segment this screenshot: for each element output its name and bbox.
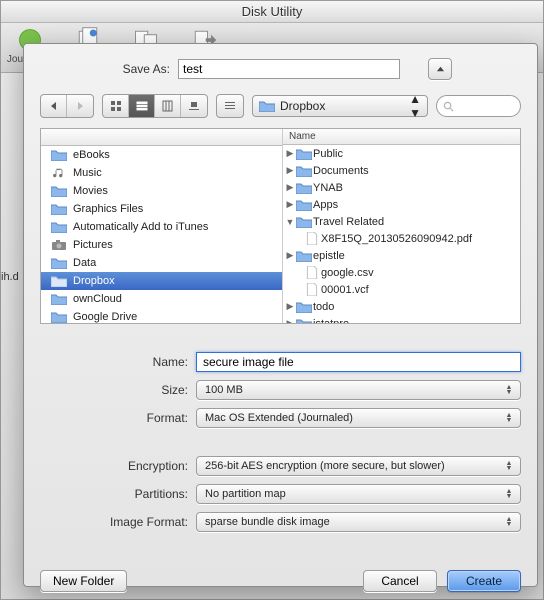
name-label: Name: <box>40 355 188 369</box>
item-label: istatpro <box>313 318 349 324</box>
item-label: YNAB <box>313 182 343 194</box>
partitions-label: Partitions: <box>40 487 188 501</box>
disclosure-triangle[interactable]: ▶ <box>285 250 295 261</box>
save-sheet: Save As: Dropbox <box>23 43 538 587</box>
file-row[interactable]: google.csv <box>283 264 520 281</box>
disclosure-triangle[interactable]: ▶ <box>285 182 295 193</box>
folder-row[interactable]: ▶ Documents <box>283 162 520 179</box>
folder-row[interactable]: ▼ Travel Related <box>283 213 520 230</box>
sidebar-item[interactable]: Movies <box>41 182 282 200</box>
sidebar-item-label: Graphics Files <box>73 203 143 215</box>
folder-icon <box>297 147 311 160</box>
cancel-button[interactable]: Cancel <box>363 570 437 592</box>
folder-icon <box>297 300 311 313</box>
image-format-popup[interactable]: sparse bundle disk image▲▼ <box>196 512 521 532</box>
sidebar-item[interactable]: ownCloud <box>41 290 282 308</box>
folder-row[interactable]: ▶ Public <box>283 145 520 162</box>
view-icons[interactable] <box>103 95 129 117</box>
sidebar-item-label: Automatically Add to iTunes <box>73 221 208 233</box>
size-popup[interactable]: 100 MB▲▼ <box>196 380 521 400</box>
forward-button[interactable] <box>67 95 93 117</box>
save-as-field[interactable] <box>178 59 400 79</box>
location-label: Dropbox <box>280 99 325 113</box>
item-label: google.csv <box>321 267 374 279</box>
sidebar-item[interactable]: eBooks <box>41 146 282 164</box>
item-label: 00001.vcf <box>321 284 369 296</box>
disclosure-triangle[interactable]: ▶ <box>285 301 295 312</box>
sidebar-item-label: Google Drive <box>73 311 137 323</box>
back-button[interactable] <box>41 95 67 117</box>
disclosure-triangle[interactable]: ▶ <box>285 199 295 210</box>
folder-row[interactable]: ▶ epistle <box>283 247 520 264</box>
size-label: Size: <box>40 383 188 397</box>
new-folder-button[interactable]: New Folder <box>40 570 127 592</box>
sidebar-item[interactable]: Music <box>41 164 282 182</box>
create-button[interactable]: Create <box>447 570 521 592</box>
search-icon <box>443 101 454 112</box>
file-browser: eBooks Music Movies Graphics Files Automatic… <box>40 128 521 324</box>
sidebar-item-label: Pictures <box>73 239 113 251</box>
view-coverflow[interactable] <box>181 95 207 117</box>
folder-icon <box>297 215 311 228</box>
folder-icon <box>297 198 311 211</box>
right-col-header[interactable]: Name <box>283 129 520 145</box>
item-label: Apps <box>313 199 338 211</box>
item-label: epistle <box>313 250 345 262</box>
nav-back-forward[interactable] <box>40 94 94 118</box>
view-columns[interactable] <box>155 95 181 117</box>
sidebar-item-label: Dropbox <box>73 275 115 287</box>
item-label: todo <box>313 301 334 313</box>
sidebar-item-label: eBooks <box>73 149 110 161</box>
disclosure-triangle[interactable]: ▶ <box>285 165 295 176</box>
collapse-button[interactable] <box>428 58 452 80</box>
group-by-button[interactable] <box>217 95 243 117</box>
window-title: Disk Utility <box>1 1 543 23</box>
sidebar-item-label: Data <box>73 257 96 269</box>
encryption-popup[interactable]: 256-bit AES encryption (more secure, but… <box>196 456 521 476</box>
encryption-label: Encryption: <box>40 459 188 473</box>
disclosure-triangle[interactable]: ▼ <box>285 217 295 227</box>
save-as-label: Save As: <box>40 62 170 76</box>
folder-icon <box>297 164 311 177</box>
folder-icon <box>297 317 311 323</box>
sidebar-item-label: Music <box>73 167 102 179</box>
item-label: Documents <box>313 165 369 177</box>
folder-icon <box>297 249 311 262</box>
name-field[interactable] <box>196 352 521 372</box>
item-label: Public <box>313 148 343 160</box>
group-arrange-segment[interactable] <box>216 94 244 118</box>
sidebar-item[interactable]: Data <box>41 254 282 272</box>
file-row[interactable]: 00001.vcf <box>283 281 520 298</box>
search-field[interactable] <box>436 95 521 117</box>
format-label: Format: <box>40 411 188 425</box>
partitions-popup[interactable]: No partition map▲▼ <box>196 484 521 504</box>
file-icon <box>305 283 319 296</box>
background-file-label: ih.d <box>1 271 19 283</box>
view-mode-segment[interactable] <box>102 94 208 118</box>
folder-row[interactable]: ▶ istatpro <box>283 315 520 323</box>
folder-icon <box>297 181 311 194</box>
view-list[interactable] <box>129 95 155 117</box>
file-row[interactable]: X8F15Q_20130526090942.pdf <box>283 230 520 247</box>
left-col-header <box>41 129 282 146</box>
sidebar-item-label: Movies <box>73 185 108 197</box>
location-popup[interactable]: Dropbox ▲▼ <box>252 95 428 117</box>
sidebar-item[interactable]: Dropbox <box>41 272 282 290</box>
item-label: Travel Related <box>313 216 384 228</box>
sidebar-item[interactable]: Graphics Files <box>41 200 282 218</box>
sidebar-item-label: ownCloud <box>73 293 122 305</box>
folder-row[interactable]: ▶ Apps <box>283 196 520 213</box>
folder-row[interactable]: ▶ todo <box>283 298 520 315</box>
sidebar-item[interactable]: Google Drive <box>41 308 282 323</box>
sidebar-item[interactable]: Automatically Add to iTunes <box>41 218 282 236</box>
item-label: X8F15Q_20130526090942.pdf <box>321 233 472 245</box>
file-icon <box>305 232 319 245</box>
sidebar-item[interactable]: Pictures <box>41 236 282 254</box>
format-popup[interactable]: Mac OS Extended (Journaled)▲▼ <box>196 408 521 428</box>
folder-row[interactable]: ▶ YNAB <box>283 179 520 196</box>
disclosure-triangle[interactable]: ▶ <box>285 318 295 323</box>
image-format-label: Image Format: <box>40 515 188 529</box>
disclosure-triangle[interactable]: ▶ <box>285 148 295 159</box>
file-icon <box>305 266 319 279</box>
